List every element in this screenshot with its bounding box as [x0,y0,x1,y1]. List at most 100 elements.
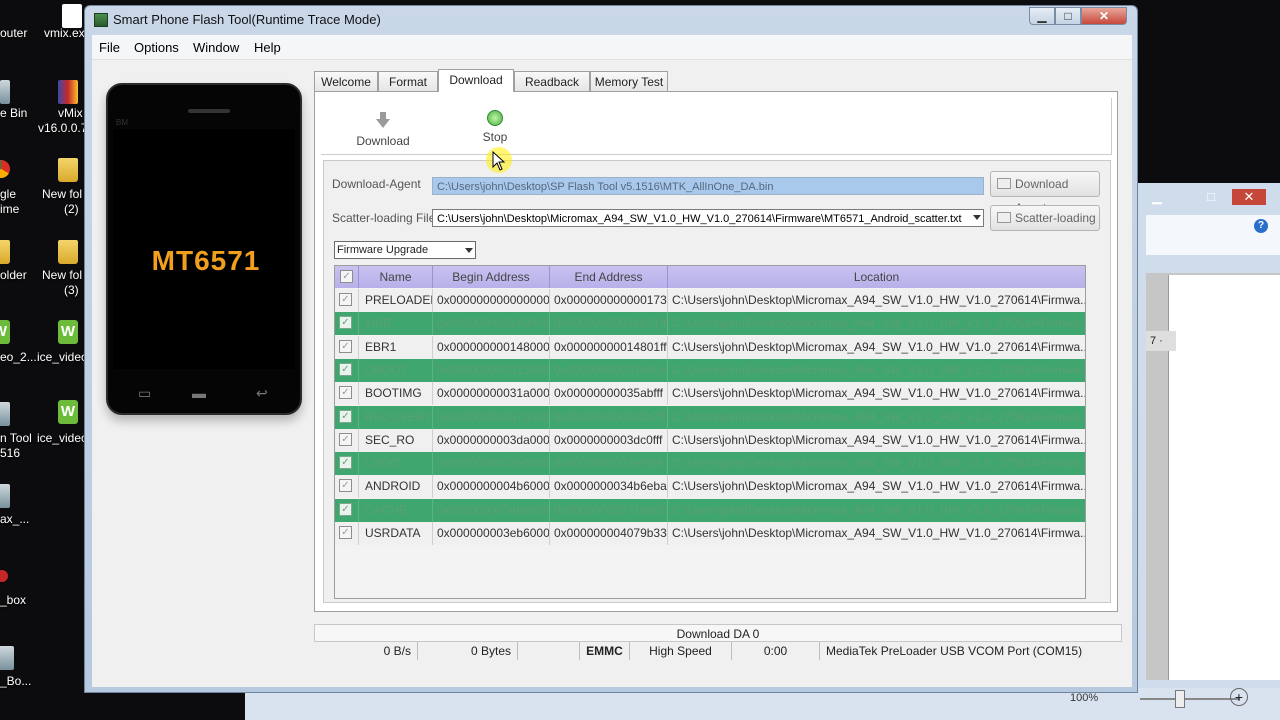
header-checkbox[interactable]: ✓ [335,266,359,288]
table-row[interactable]: ✓ MBR 0x0000000001400000 0x00000000014001ff… [335,312,1085,336]
desktop-label: gle [0,187,17,201]
bg-minimize-button[interactable]: ▁ [1140,189,1174,205]
cell-location: C:\Users\john\Desktop\Micromax_A94_SW_V1… [672,316,1085,331]
background-window[interactable]: ▁ □ ✕ ? 7 · [1138,183,1280,720]
row-checkbox[interactable]: ✓ [339,316,352,330]
cell-begin: 0x0000000000000000 [433,289,550,312]
tab-format[interactable]: Format [378,71,438,91]
table-row[interactable]: ✓ ANDROID 0x0000000004b60000 0x0000000034b6… [335,475,1085,499]
maximize-button[interactable]: □ [1055,7,1081,25]
row-checkbox[interactable]: ✓ [339,502,352,516]
cell-begin: 0x0000000004b60000 [433,475,550,499]
table-row[interactable]: ✓ SEC_RO 0x0000000003da0000 0x0000000003dc0… [335,428,1085,452]
table-row[interactable]: ✓ UBOOT 0x0000000003130000 0x000000000316d0… [335,358,1085,382]
folder-icon [997,212,1011,223]
row-checkbox-cell: ✓ [335,312,359,336]
row-checkbox[interactable]: ✓ [339,479,352,493]
flash-tool-window: Smart Phone Flash Tool(Runtime Trace Mod… [84,5,1138,693]
tab-welcome[interactable]: Welcome [314,71,378,91]
scatter-loading-button[interactable]: Scatter-loading [990,205,1100,231]
row-checkbox[interactable]: ✓ [339,409,352,423]
archive-icon[interactable] [0,484,10,508]
cell-location: C:\Users\john\Desktop\Micromax_A94_SW_V1… [672,409,1085,424]
menu-bar: File Options Window Help [92,35,1132,60]
download-agent-button[interactable]: Download Agent [990,171,1100,215]
zoom-in-button[interactable]: + [1230,688,1248,706]
chrome-icon[interactable] [0,160,10,178]
menu-help[interactable]: Help [254,40,281,55]
video-file-icon[interactable]: W [58,400,78,424]
header-name[interactable]: Name [359,266,433,288]
cell-begin: 0x000000003eb60000 [433,522,550,545]
video-file-icon[interactable]: W [58,320,78,344]
row-checkbox[interactable]: ✓ [339,456,352,470]
menu-window[interactable]: Window [193,40,239,55]
desktop-label: eo_2... [0,350,37,364]
recycle-bin-icon[interactable] [0,80,10,104]
download-arrow-icon [380,112,386,119]
header-begin-address[interactable]: Begin Address [433,266,550,288]
chevron-down-icon [465,248,473,253]
title-bar[interactable]: Smart Phone Flash Tool(Runtime Trace Mod… [85,6,1137,34]
row-checkbox[interactable]: ✓ [339,386,352,400]
desktop-label: ax_... [0,512,30,526]
chip-label: MT6571 [151,245,261,276]
table-row[interactable]: ✓ LOGO 0x0000000003e60000 0x0000000003e9f86… [335,452,1085,476]
folder-icon[interactable] [0,240,10,264]
menu-options[interactable]: Options [134,40,179,55]
help-icon[interactable]: ? [1254,219,1268,233]
scatter-file-value: C:\Users\john\Desktop\Micromax_A94_SW_V1… [437,213,962,225]
phone-illustration: BM MT6571 ▭ ▬ ↩ [106,83,302,415]
folder-icon[interactable] [58,158,78,182]
cell-name: LOGO [359,452,433,476]
status-usb-speed: High Speed [630,642,732,660]
checkbox-icon[interactable]: ✓ [340,270,353,283]
file-icon[interactable] [0,646,14,670]
row-checkbox[interactable]: ✓ [339,432,352,446]
download-mode-value: Firmware Upgrade [337,244,429,256]
minimize-button[interactable]: ▁ [1029,7,1055,25]
video-file-icon[interactable]: W [0,320,10,344]
table-row[interactable]: ✓ BOOTIMG 0x00000000031a0000 0x00000000035a… [335,382,1085,406]
header-location[interactable]: Location [668,266,1085,288]
combo-arrow-icon[interactable] [973,215,981,220]
cell-end: 0x000000004079b33f [550,522,668,545]
app-icon[interactable] [94,13,108,27]
row-checkbox[interactable]: ✓ [339,339,352,353]
zoom-slider[interactable] [1140,698,1240,700]
file-icon[interactable] [62,4,82,28]
bg-maximize-button[interactable]: □ [1194,189,1228,205]
desktop-label: New fol [42,187,83,201]
download-button[interactable]: Download [353,112,413,148]
table-row[interactable]: ✓ CACHE 0x0000000034b60000 0x00000000371be0… [335,498,1085,522]
desktop-label: vmix.ex [44,26,85,40]
download-agent-field[interactable]: C:\Users\john\Desktop\SP Flash Tool v5.1… [432,177,984,195]
table-row[interactable]: ✓ EBR1 0x0000000001480000 0x00000000014801f… [335,335,1085,359]
cell-begin: 0x0000000001480000 [433,335,550,359]
row-checkbox[interactable]: ✓ [339,526,352,539]
table-row[interactable]: ✓ PRELOADER 0x0000000000000000 0x0000000000… [335,289,1085,312]
zoom-slider-handle[interactable] [1175,690,1185,708]
download-label: Download [356,134,410,148]
tool-icon[interactable] [0,402,10,426]
download-mode-select[interactable]: Firmware Upgrade [334,241,476,259]
archive-icon[interactable] [58,80,78,104]
menu-file[interactable]: File [99,40,120,55]
tab-download[interactable]: Download [438,69,514,92]
bg-close-button[interactable]: ✕ [1232,189,1266,205]
stop-button[interactable]: Stop [475,110,515,144]
close-button[interactable]: ✕ [1081,7,1127,25]
app-icon[interactable] [0,570,8,582]
table-row[interactable]: ✓ RECOVERY 0x00000000037a0000 0x0000000003c… [335,405,1085,429]
bg-document-page[interactable] [1168,275,1280,680]
table-row[interactable]: ✓ USRDATA 0x000000003eb60000 0x000000004079… [335,522,1085,545]
folder-icon[interactable] [58,240,78,264]
tab-memory-test[interactable]: Memory Test [590,71,668,91]
header-end-address[interactable]: End Address [550,266,668,288]
row-checkbox[interactable]: ✓ [339,293,352,306]
cell-name: EBR1 [359,335,433,359]
desktop-label: older [0,268,27,282]
tab-readback[interactable]: Readback [514,71,590,91]
scatter-file-field[interactable]: C:\Users\john\Desktop\Micromax_A94_SW_V1… [432,209,984,227]
row-checkbox[interactable]: ✓ [339,362,352,376]
